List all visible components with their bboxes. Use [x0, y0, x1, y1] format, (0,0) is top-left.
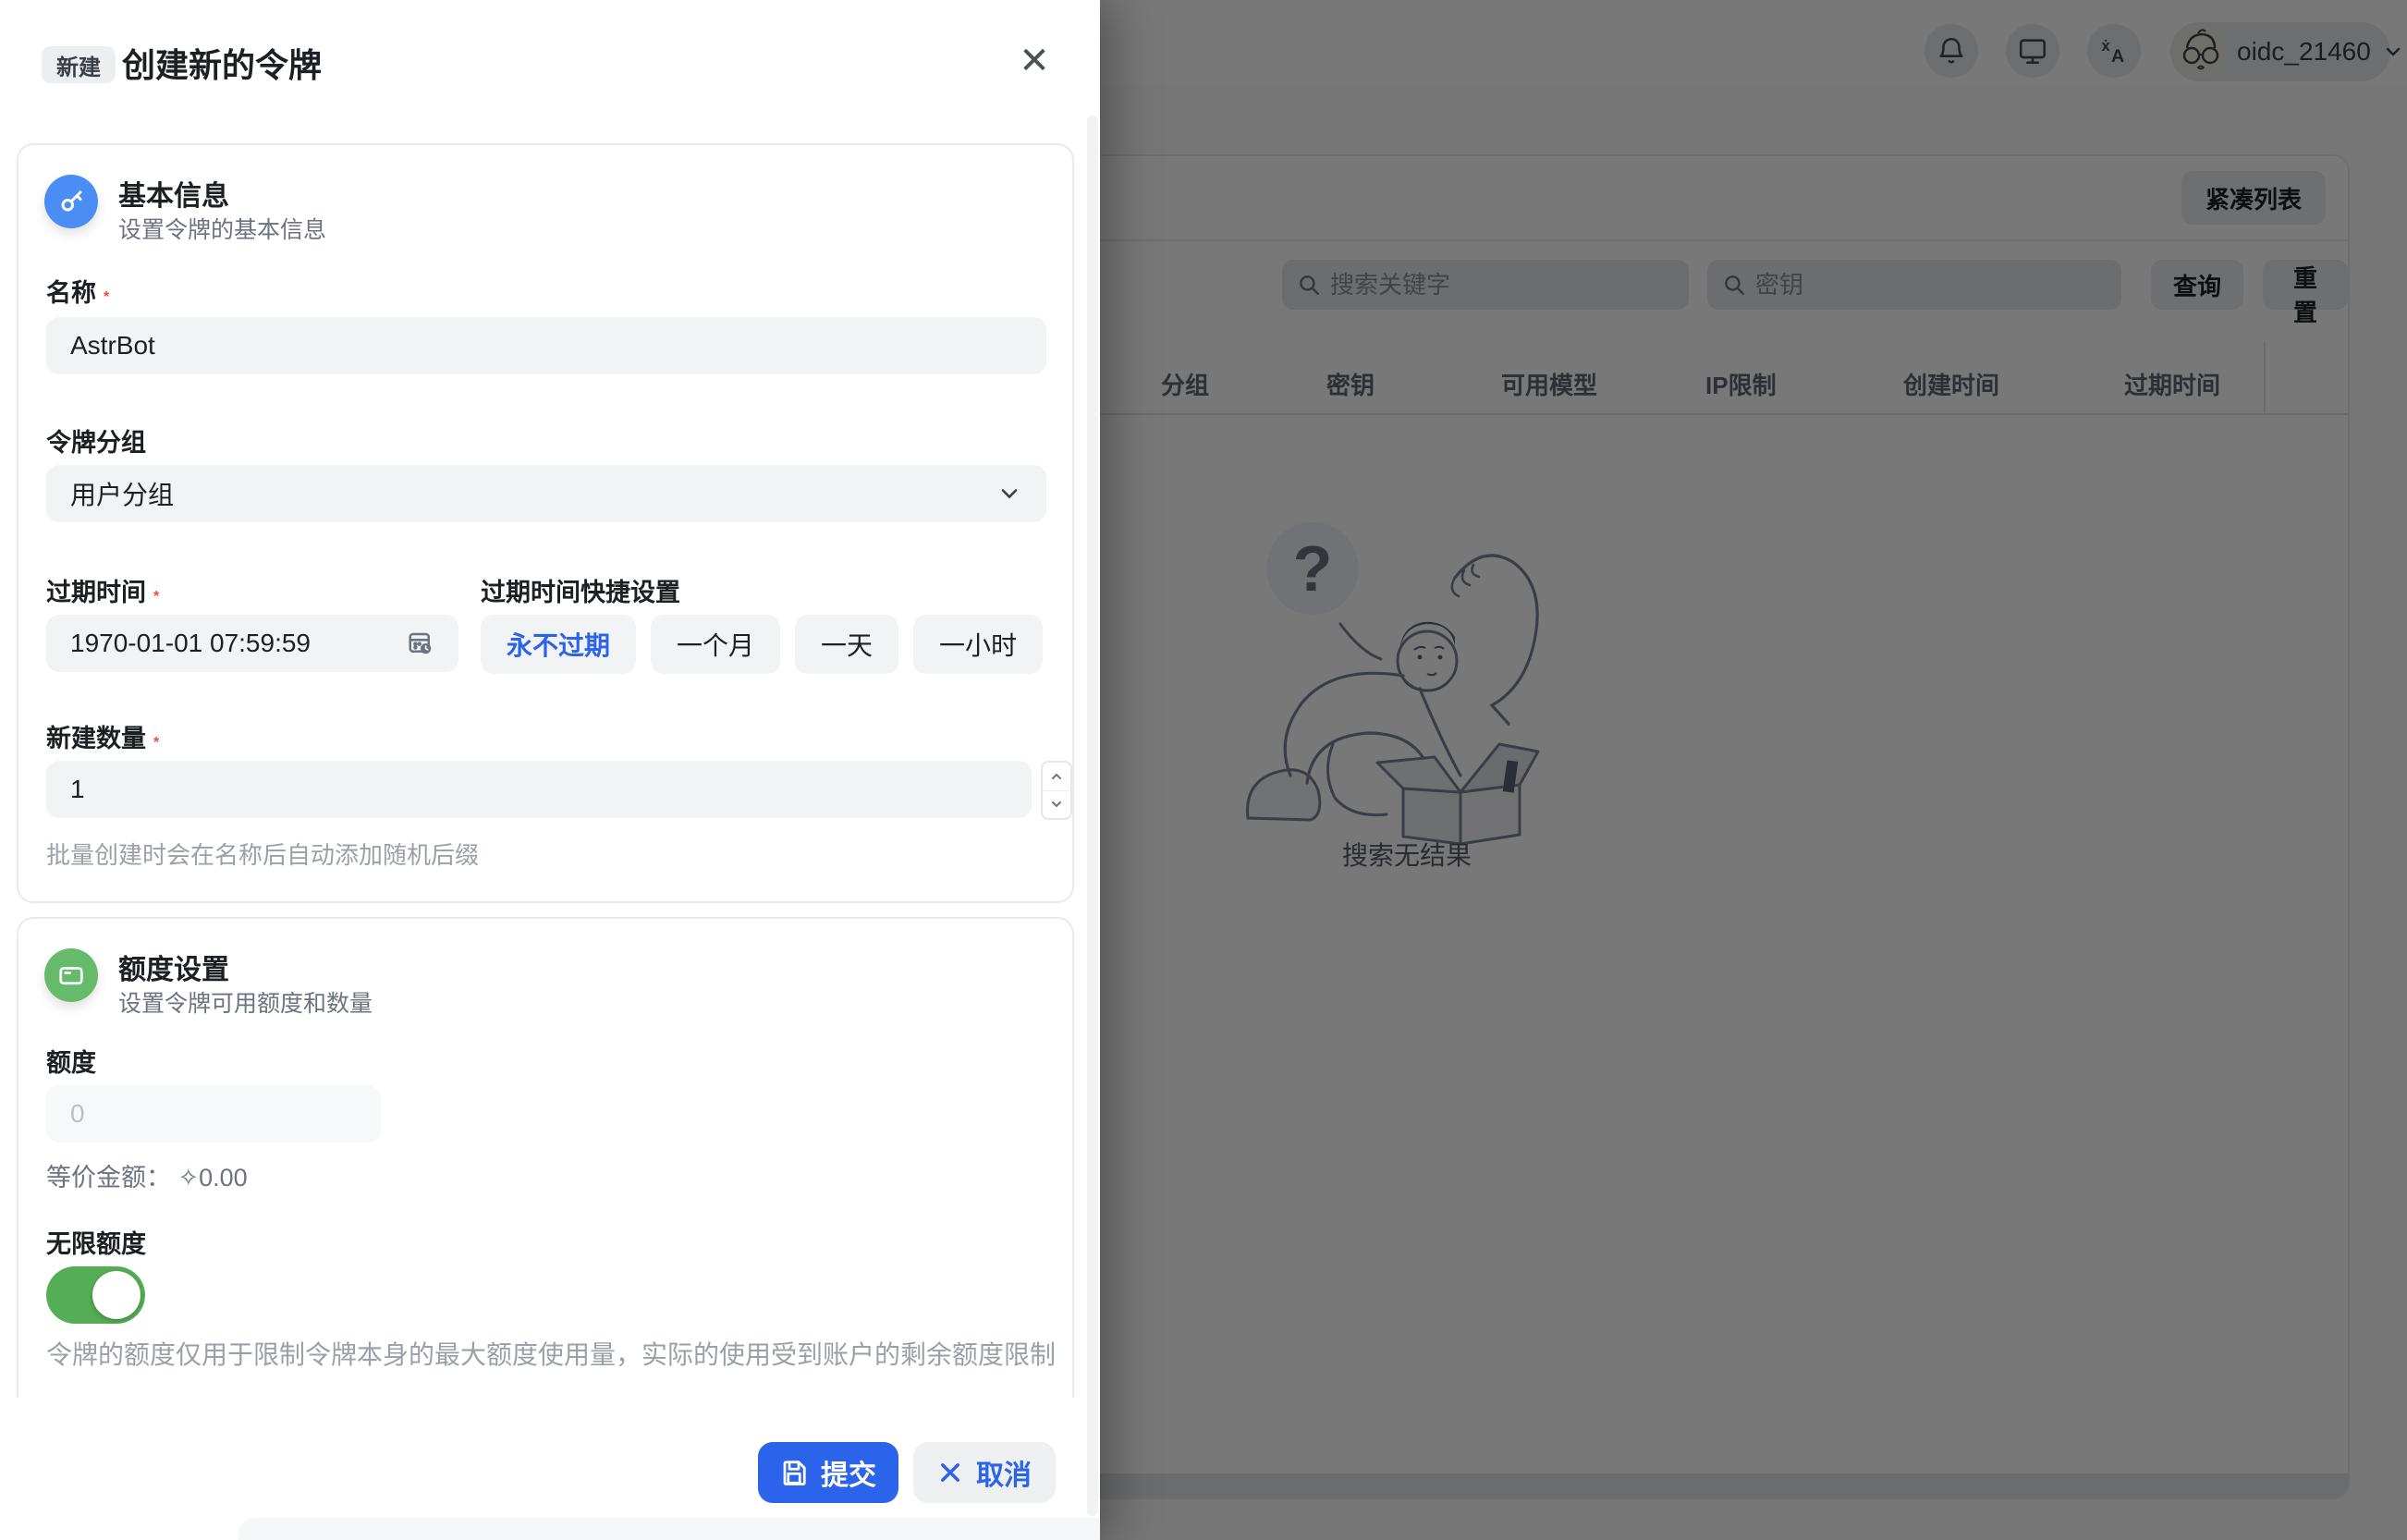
quota-hint: 令牌的额度仅用于限制令牌本身的最大额度使用量，实际的使用受到账户的剩余额度限制	[46, 1337, 1059, 1374]
required-mark: *	[153, 735, 159, 751]
cancel-x-icon	[937, 1460, 963, 1485]
equivalent-amount: 等价金额： ✧0.00	[46, 1157, 248, 1193]
close-icon[interactable]: ✕	[1012, 39, 1057, 83]
key-icon	[44, 175, 98, 228]
drawer-title: 创建新的令牌	[122, 39, 322, 87]
group-select[interactable]: 用户分组	[46, 465, 1046, 522]
quota-card: 额度设置 设置令牌可用额度和数量 额度 等价金额： ✧0.00 无限额度 令牌的…	[17, 917, 1074, 1398]
quota-card-subtitle: 设置令牌可用额度和数量	[118, 985, 373, 1019]
cancel-button[interactable]: 取消	[913, 1442, 1056, 1503]
toggle-knob	[92, 1271, 141, 1319]
submit-label: 提交	[821, 1452, 876, 1493]
expire-datetime-input[interactable]: 1970-01-01 07:59:59	[46, 615, 458, 672]
count-stepper[interactable]	[1041, 761, 1072, 820]
count-input[interactable]	[46, 761, 1032, 818]
group-select-value: 用户分组	[70, 475, 174, 512]
submit-button[interactable]: 提交	[758, 1442, 898, 1503]
modal-dim-overlay[interactable]	[1100, 0, 2407, 1540]
unlimited-quota-toggle[interactable]	[46, 1266, 145, 1324]
name-label: 名称	[46, 279, 96, 307]
count-label: 新建数量	[46, 725, 146, 752]
drawer-footer: 提交 取消	[0, 1442, 1100, 1503]
bottom-band	[238, 1518, 1100, 1540]
calendar-clock-icon	[407, 629, 434, 657]
stepper-up-icon[interactable]	[1043, 763, 1070, 791]
chevron-down-icon	[996, 481, 1022, 507]
quick-never-button[interactable]: 永不过期	[481, 615, 636, 674]
quick-one-hour-button[interactable]: 一小时	[913, 615, 1043, 674]
required-mark: *	[104, 289, 109, 305]
unlimited-quota-label: 无限额度	[46, 1224, 146, 1260]
new-badge: 新建	[42, 46, 116, 83]
create-token-drawer: 新建 创建新的令牌 ✕ 基本信息 设置令牌的基本信息 名称 * 令牌分组 用户分组…	[0, 0, 1100, 1540]
save-icon	[780, 1459, 808, 1486]
expire-datetime-value: 1970-01-01 07:59:59	[70, 629, 311, 658]
quick-one-day-button[interactable]: 一天	[795, 615, 898, 674]
required-mark: *	[153, 589, 159, 605]
basic-card-title: 基本信息	[118, 173, 229, 214]
quota-label: 额度	[46, 1043, 96, 1079]
drawer-scrollbar[interactable]	[1087, 116, 1098, 1516]
quota-input[interactable]	[46, 1085, 381, 1143]
count-hint: 批量创建时会在名称后自动添加随机后缀	[46, 837, 479, 871]
cancel-label: 取消	[976, 1452, 1032, 1493]
group-label: 令牌分组	[46, 422, 146, 458]
basic-card-subtitle: 设置令牌的基本信息	[118, 212, 326, 245]
wallet-icon	[44, 948, 98, 1002]
expire-label: 过期时间	[46, 579, 146, 606]
name-input[interactable]	[46, 317, 1046, 374]
stepper-down-icon[interactable]	[1043, 791, 1070, 819]
quick-expire-label: 过期时间快捷设置	[481, 572, 680, 608]
quota-card-title: 额度设置	[118, 947, 229, 987]
quick-one-month-button[interactable]: 一个月	[651, 615, 780, 674]
quick-expire-group: 永不过期 一个月 一天 一小时	[481, 615, 1043, 674]
basic-info-card: 基本信息 设置令牌的基本信息 名称 * 令牌分组 用户分组 过期时间 * 1970-…	[17, 143, 1074, 903]
